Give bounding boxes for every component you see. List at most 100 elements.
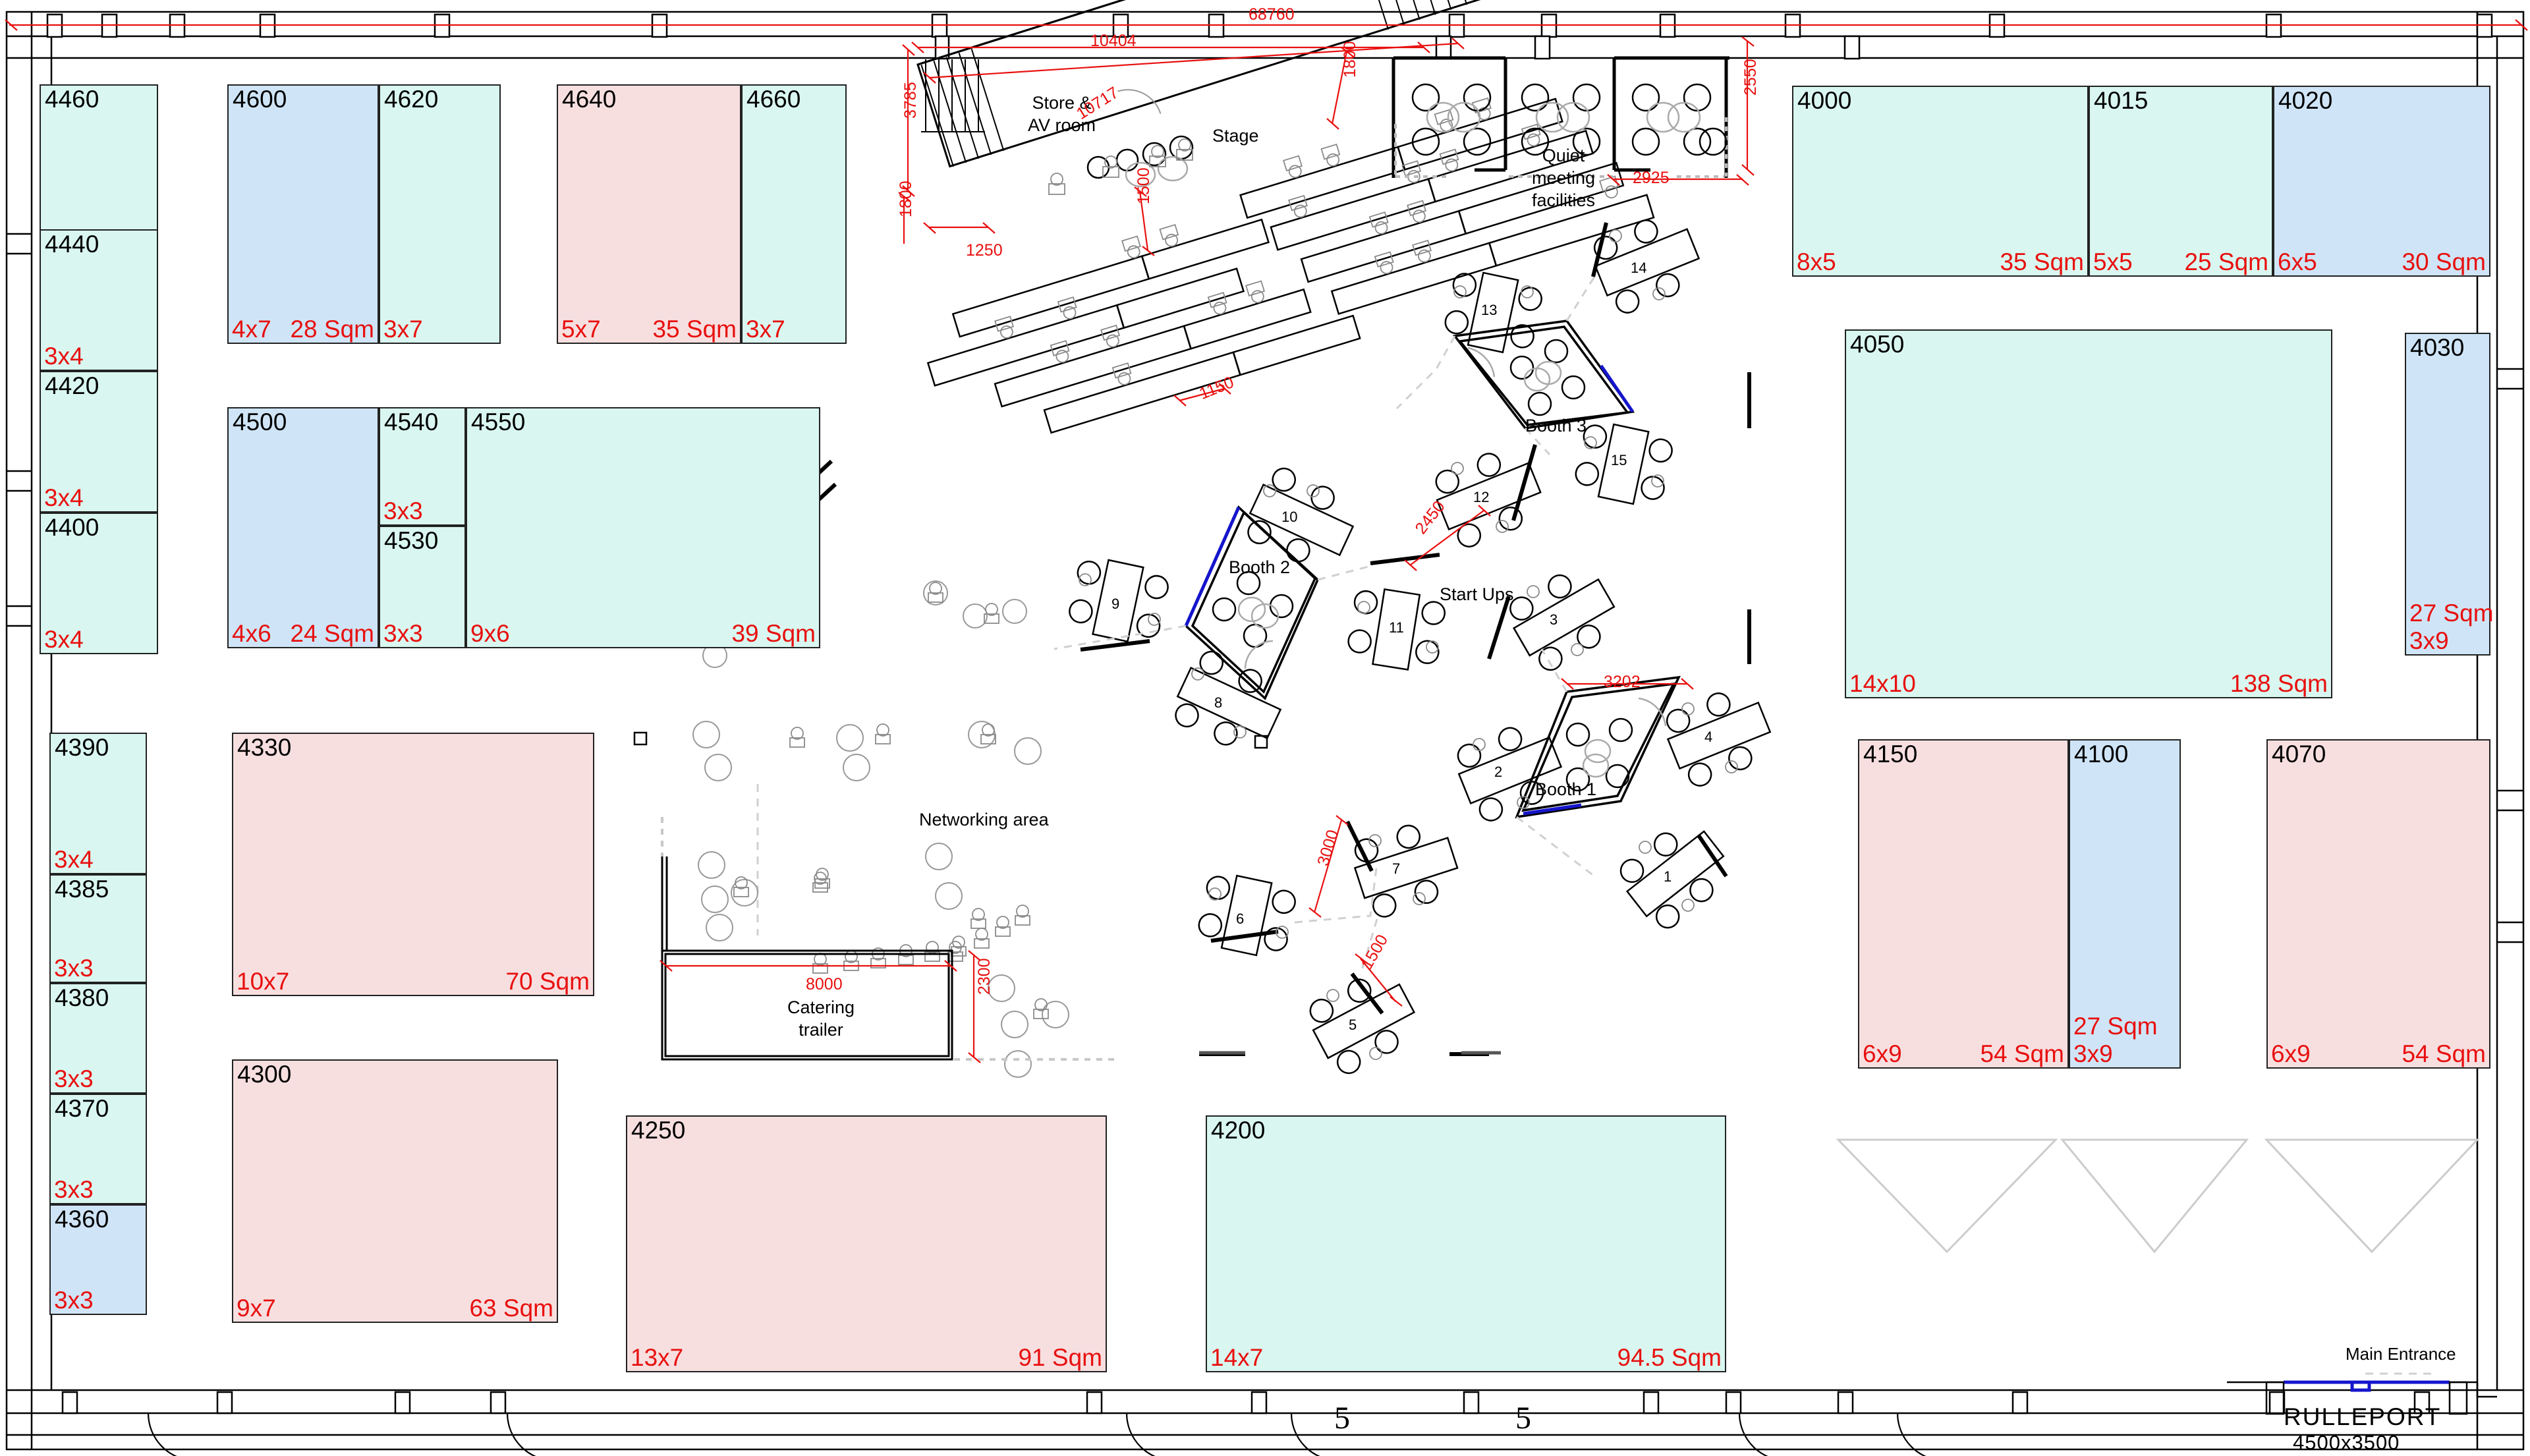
stand-area-label: 94.5 Sqm — [1617, 1344, 1722, 1371]
stand-id-label: 4330 — [237, 734, 292, 761]
stand-4030[interactable]: 4030 3x9 27 Sqm — [2405, 333, 2494, 656]
stand-id-label: 4370 — [55, 1095, 109, 1122]
stand-dimension-label: 9x6 — [470, 620, 510, 647]
room-label-quiet-meeting-facilities: Quiet meeting facilities — [1532, 146, 1596, 210]
rulleport-label: RULLEPORT — [2284, 1403, 2442, 1430]
desk-number-7: 7 — [1392, 860, 1401, 877]
stand-4100[interactable]: 4100 3x9 27 Sqm — [2069, 739, 2181, 1069]
stand-dimension-label: 3x3 — [383, 620, 423, 647]
catering-queue — [812, 872, 1030, 974]
stand-dimension-label: 3x4 — [44, 343, 84, 370]
stand-4400[interactable]: 4400 3x4 — [40, 513, 158, 654]
room-label-stage: Stage — [1212, 126, 1259, 146]
dimension-value: 8000 — [806, 975, 843, 994]
stand-4530[interactable]: 4530 3x3 — [379, 526, 466, 648]
stand-4070[interactable]: 4070 6x9 54 Sqm — [2266, 739, 2490, 1069]
stand-area-label: 91 Sqm — [1018, 1344, 1102, 1371]
stand-4200[interactable]: 4200 14x7 94.5 Sqm — [1206, 1115, 1726, 1372]
stand-4330[interactable]: 4330 10x7 70 Sqm — [232, 733, 594, 996]
stand-area-label: 30 Sqm — [2402, 248, 2486, 275]
desk-number-6: 6 — [1236, 910, 1245, 927]
stand-id-label: 4000 — [1797, 87, 1852, 114]
stand-id-label: 4380 — [55, 984, 109, 1011]
stand-dimension-label: 5x7 — [561, 316, 601, 343]
stand-area-label: 35 Sqm — [652, 316, 737, 343]
stand-4640[interactable]: 4640 5x7 35 Sqm — [557, 84, 741, 344]
stand-4380[interactable]: 4380 3x3 — [49, 983, 147, 1094]
desk-number-13: 13 — [1481, 302, 1498, 318]
stand-id-label: 4420 — [45, 372, 99, 399]
stand-dimension-label: 3x3 — [54, 1065, 94, 1092]
stand-4020[interactable]: 4020 6x5 30 Sqm — [2273, 86, 2490, 277]
stand-dimension-label: 14x10 — [1849, 670, 1916, 697]
stand-id-label: 4030 — [2410, 334, 2465, 361]
stand-dimension-label: 6x5 — [2278, 248, 2317, 275]
stand-dimension-label: 6x9 — [1863, 1040, 1902, 1067]
right-wall-openings — [2497, 368, 2523, 943]
dimension-value: 2925 — [1633, 169, 1670, 187]
stand-id-label: 4150 — [1863, 741, 1918, 768]
stand-id-label: 4400 — [45, 514, 99, 541]
stand-dimension-label: 5x5 — [2093, 248, 2133, 275]
stage-people — [1048, 138, 1193, 195]
booth-1-furniture — [1565, 697, 1667, 792]
dimension-value: 1500 — [1135, 167, 1153, 204]
stand-id-label: 4460 — [45, 86, 99, 113]
stand-4250[interactable]: 4250 13x7 91 Sqm — [626, 1115, 1107, 1372]
left-wall-openings — [7, 233, 32, 627]
room-label-networking-area: Networking area — [919, 810, 1049, 829]
desk-number-1: 1 — [1664, 868, 1672, 885]
stand-dimension-label: 3x3 — [54, 1287, 94, 1314]
stand-4015[interactable]: 4015 5x5 25 Sqm — [2089, 86, 2273, 277]
stand-4385[interactable]: 4385 3x3 — [49, 874, 147, 983]
stand-4550[interactable]: 4550 9x6 39 Sqm — [466, 407, 820, 648]
stand-4440[interactable]: 4440 3x4 — [40, 229, 158, 371]
stand-dimension-label: 3x9 — [2409, 627, 2449, 654]
dimension-value: 1250 — [966, 241, 1003, 260]
booth-3-glass — [1599, 364, 1635, 413]
stand-id-label: 4550 — [471, 408, 526, 435]
stand-4660[interactable]: 4660 3x7 — [741, 84, 847, 344]
stand-4390[interactable]: 4390 3x4 — [49, 733, 147, 874]
stand-4000[interactable]: 4000 8x5 35 Sqm — [1792, 86, 2089, 277]
stand-4050[interactable]: 4050 14x10 138 Sqm — [1845, 329, 2332, 698]
stand-id-label: 4070 — [2272, 741, 2326, 768]
stand-dimension-label: 3x9 — [2073, 1040, 2113, 1067]
stand-4360[interactable]: 4360 3x3 — [49, 1204, 147, 1315]
desk-number-14: 14 — [1631, 260, 1647, 276]
stand-dimension-label: 3x7 — [383, 316, 423, 343]
stand-id-label: 4015 — [2094, 87, 2149, 114]
dimension-value: 2550 — [1741, 59, 1760, 96]
floor-markers — [633, 731, 1268, 749]
booth-label-booth-1: Booth 1 — [1535, 779, 1597, 799]
stand-area-label: 70 Sqm — [505, 968, 590, 995]
stand-4150[interactable]: 4150 6x9 54 Sqm — [1858, 739, 2069, 1069]
stand-4420[interactable]: 4420 3x4 — [40, 371, 158, 513]
stand-4540[interactable]: 4540 3x3 — [379, 407, 466, 526]
floor-plan-canvas: 4460 3x44440 3x444203x444003x4 46004x728 Sq… — [0, 0, 2530, 1456]
stand-4300[interactable]: 4300 9x7 63 Sqm — [232, 1059, 558, 1323]
dimension-value: 1800 — [897, 181, 915, 217]
stand-dimension-label: 3x3 — [383, 497, 423, 524]
stand-id-label: 4050 — [1850, 331, 1905, 358]
desk-number-2: 2 — [1494, 764, 1503, 780]
stand-area-label: 24 Sqm — [290, 620, 374, 647]
stand-area-label: 25 Sqm — [2184, 248, 2268, 275]
stand-id-label: 4300 — [237, 1061, 292, 1088]
stand-dimension-label: 3x3 — [54, 955, 94, 982]
stand-dimension-label: 6x9 — [2271, 1040, 2311, 1067]
grid-column-label: 5 — [1334, 1401, 1350, 1436]
stand-id-label: 4440 — [45, 231, 99, 258]
stand-area-label: 63 Sqm — [469, 1295, 553, 1322]
stand-4620[interactable]: 4620 3x7 — [379, 84, 501, 344]
desk-number-8: 8 — [1214, 694, 1223, 711]
stand-dimension-label: 4x7 — [232, 316, 271, 343]
stand-id-label: 4385 — [55, 876, 109, 903]
stand-4370[interactable]: 4370 3x3 — [49, 1094, 147, 1204]
desk-people — [1079, 229, 1738, 1060]
stand-4600[interactable]: 4600 4x7 28 Sqm — [227, 84, 379, 344]
room-label-start-ups: Start Ups — [1440, 584, 1514, 604]
stand-dimension-label: 13x7 — [631, 1344, 684, 1371]
stand-4500[interactable]: 4500 4x6 24 Sqm — [227, 407, 379, 648]
quiet-meeting-furniture — [1411, 83, 1728, 156]
